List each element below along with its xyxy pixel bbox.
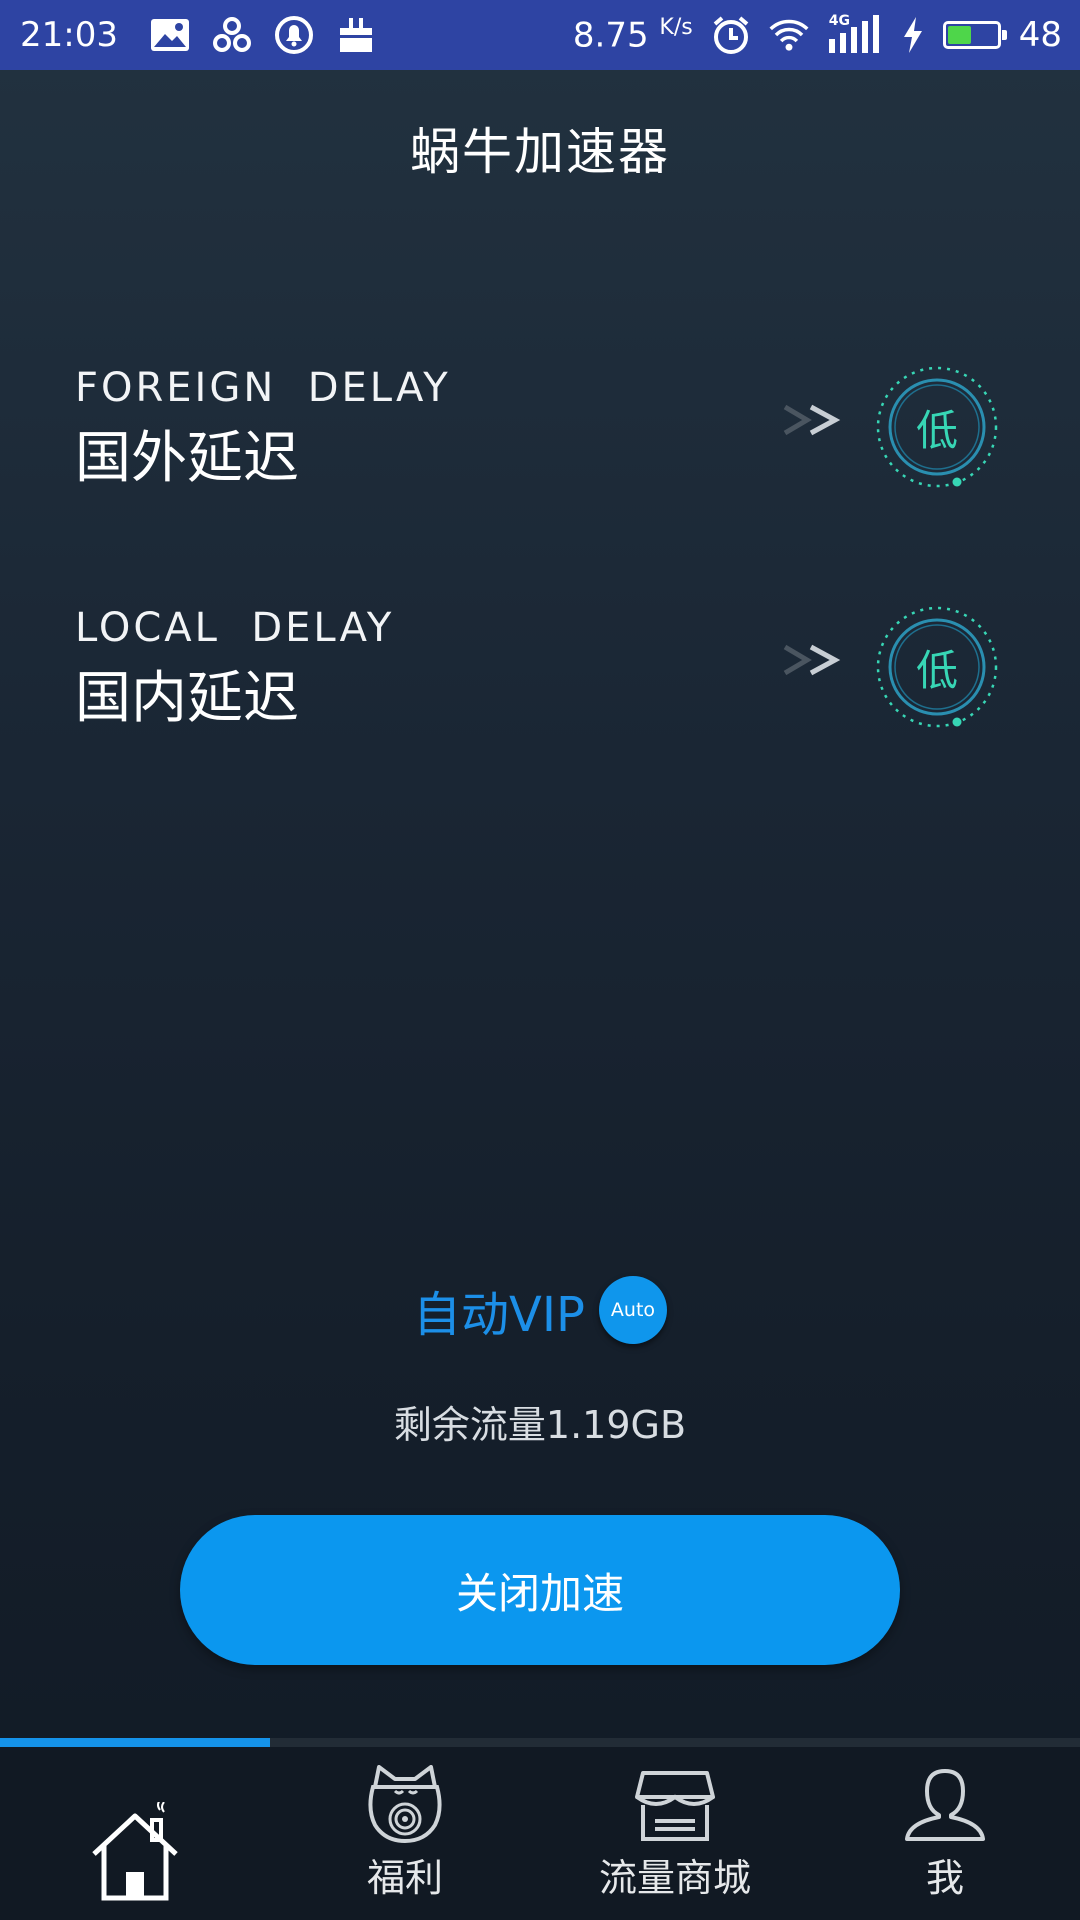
tab-indicator-track <box>0 1738 1080 1747</box>
vip-mode: 自动VIP Auto <box>0 1275 1080 1345</box>
tab-label: 流量商城 <box>598 1856 751 1900</box>
home-icon <box>90 1802 180 1902</box>
foreign-delay-row: FOREIGN DELAY 国外延迟 低 <box>75 365 1005 495</box>
fan-icon <box>212 15 252 55</box>
store-icon <box>635 1769 715 1843</box>
bottom-tab-bar: 福利 流量商城 我 <box>0 1747 1080 1920</box>
double-arrow-icon <box>783 643 843 681</box>
double-arrow-icon <box>783 403 843 441</box>
charging-icon <box>901 15 925 55</box>
status-time: 21:03 <box>20 15 118 55</box>
delay-gauge: 低 <box>875 605 999 729</box>
vip-label: 自动VIP <box>413 1287 585 1343</box>
bag-icon <box>336 15 376 55</box>
delay-label-en: LOCAL DELAY <box>75 605 395 651</box>
battery-level: 48 <box>1018 15 1062 55</box>
lucky-cat-icon <box>365 1765 445 1843</box>
delay-label-cn: 国内延迟 <box>75 666 299 731</box>
delay-level: 低 <box>915 645 958 695</box>
delay-gauge: 低 <box>875 365 999 489</box>
delay-label-cn: 国外延迟 <box>75 426 299 491</box>
tab-welfare[interactable]: 福利 <box>270 1747 540 1920</box>
tab-store[interactable]: 流量商城 <box>540 1747 810 1920</box>
status-bar: 21:03 8.75 K/s 4G 48 <box>0 0 1080 70</box>
signal-icon: 4G <box>827 13 883 55</box>
page-title: 蜗牛加速器 <box>410 123 670 181</box>
tab-label: 福利 <box>366 1856 443 1900</box>
delay-level: 低 <box>915 405 958 455</box>
alarm-clock-icon <box>711 15 751 55</box>
image-icon <box>150 15 190 55</box>
local-delay-row: LOCAL DELAY 国内延迟 低 <box>75 605 1005 735</box>
stop-acceleration-button[interactable]: 关闭加速 <box>180 1515 900 1665</box>
tab-home[interactable] <box>0 1747 270 1920</box>
delay-label-en: FOREIGN DELAY <box>75 365 451 411</box>
remaining-traffic: 剩余流量1.19GB <box>393 1403 687 1447</box>
user-icon <box>905 1769 985 1843</box>
tab-me[interactable]: 我 <box>810 1747 1080 1920</box>
auto-badge[interactable]: Auto <box>598 1276 667 1344</box>
net-speed: 8.75 K/s <box>572 14 693 56</box>
wifi-icon <box>769 15 809 55</box>
tab-label: 我 <box>925 1856 964 1900</box>
battery-icon <box>942 21 1007 49</box>
alarm-bell-icon <box>274 15 314 55</box>
tab-indicator <box>0 1738 270 1747</box>
